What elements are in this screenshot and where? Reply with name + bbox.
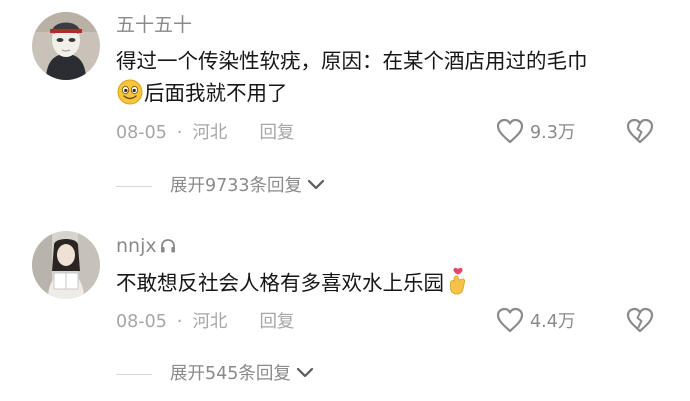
expand-replies[interactable]: 展开9733条回复 bbox=[116, 174, 325, 198]
comment-text-line-2: 后面我就不用了 bbox=[116, 77, 656, 114]
chevron-down-icon bbox=[296, 362, 314, 386]
dislike-button[interactable] bbox=[625, 118, 655, 148]
expand-divider bbox=[116, 373, 152, 375]
avatar[interactable] bbox=[32, 12, 100, 80]
avatar[interactable] bbox=[32, 231, 100, 299]
dislike-button[interactable] bbox=[625, 307, 655, 337]
expand-label: 展开545条回复 bbox=[170, 364, 291, 384]
comment-date: 08-05 bbox=[116, 312, 167, 332]
separator-dot: · bbox=[176, 312, 183, 332]
comment-1: 五十五十 得过一个传染性软疣，原因：在某个酒店用过的毛巾 后面我就不用了 08-… bbox=[0, 0, 690, 200]
comment-location: 河北 bbox=[192, 123, 228, 143]
comment-text-line-1: 得过一个传染性软疣，原因：在某个酒店用过的毛巾 bbox=[116, 49, 588, 73]
comment-text-line-1: 不敢想反社会人格有多喜欢水上乐园 bbox=[116, 271, 444, 295]
reply-button[interactable]: 回复 bbox=[259, 312, 294, 332]
comment-text: 得过一个传染性软疣，原因：在某个酒店用过的毛巾 后面我就不用了 bbox=[116, 45, 656, 114]
expand-label: 展开9733条回复 bbox=[170, 176, 303, 196]
expand-divider bbox=[116, 185, 152, 187]
comment-text: 不敢想反社会人格有多喜欢水上乐园 bbox=[116, 267, 656, 304]
hand-with-heart-emoji bbox=[445, 267, 469, 304]
comment-meta: 08-05 · 河北 回复 bbox=[116, 121, 294, 145]
like-button[interactable]: 4.4万 bbox=[496, 307, 575, 337]
like-count: 4.4万 bbox=[530, 312, 576, 332]
grinning-face-emoji bbox=[117, 79, 143, 114]
comment-meta: 08-05 · 河北 回复 bbox=[116, 310, 294, 334]
comment-2: nnjx 不敢想反社会人格有多喜欢水上乐园 08-05 · 河北 回复 4.4万 bbox=[0, 200, 690, 401]
broken-heart-icon bbox=[625, 307, 655, 337]
headphones-icon bbox=[159, 237, 177, 261]
broken-heart-icon bbox=[625, 118, 655, 148]
like-count: 9.3万 bbox=[530, 123, 576, 143]
comment-date: 08-05 bbox=[116, 123, 167, 143]
reply-button[interactable]: 回复 bbox=[259, 123, 294, 143]
separator-dot: · bbox=[176, 123, 183, 143]
heart-icon bbox=[496, 118, 524, 148]
comment-text-line-2-text: 后面我就不用了 bbox=[144, 81, 288, 105]
username[interactable]: 五十五十 bbox=[116, 13, 192, 37]
chevron-down-icon bbox=[307, 174, 325, 198]
heart-icon bbox=[496, 307, 524, 337]
comment-location: 河北 bbox=[192, 312, 228, 332]
like-button[interactable]: 9.3万 bbox=[496, 118, 575, 148]
username[interactable]: nnjx bbox=[116, 234, 177, 261]
expand-replies[interactable]: 展开545条回复 bbox=[116, 362, 314, 386]
username-text: nnjx bbox=[116, 235, 157, 257]
